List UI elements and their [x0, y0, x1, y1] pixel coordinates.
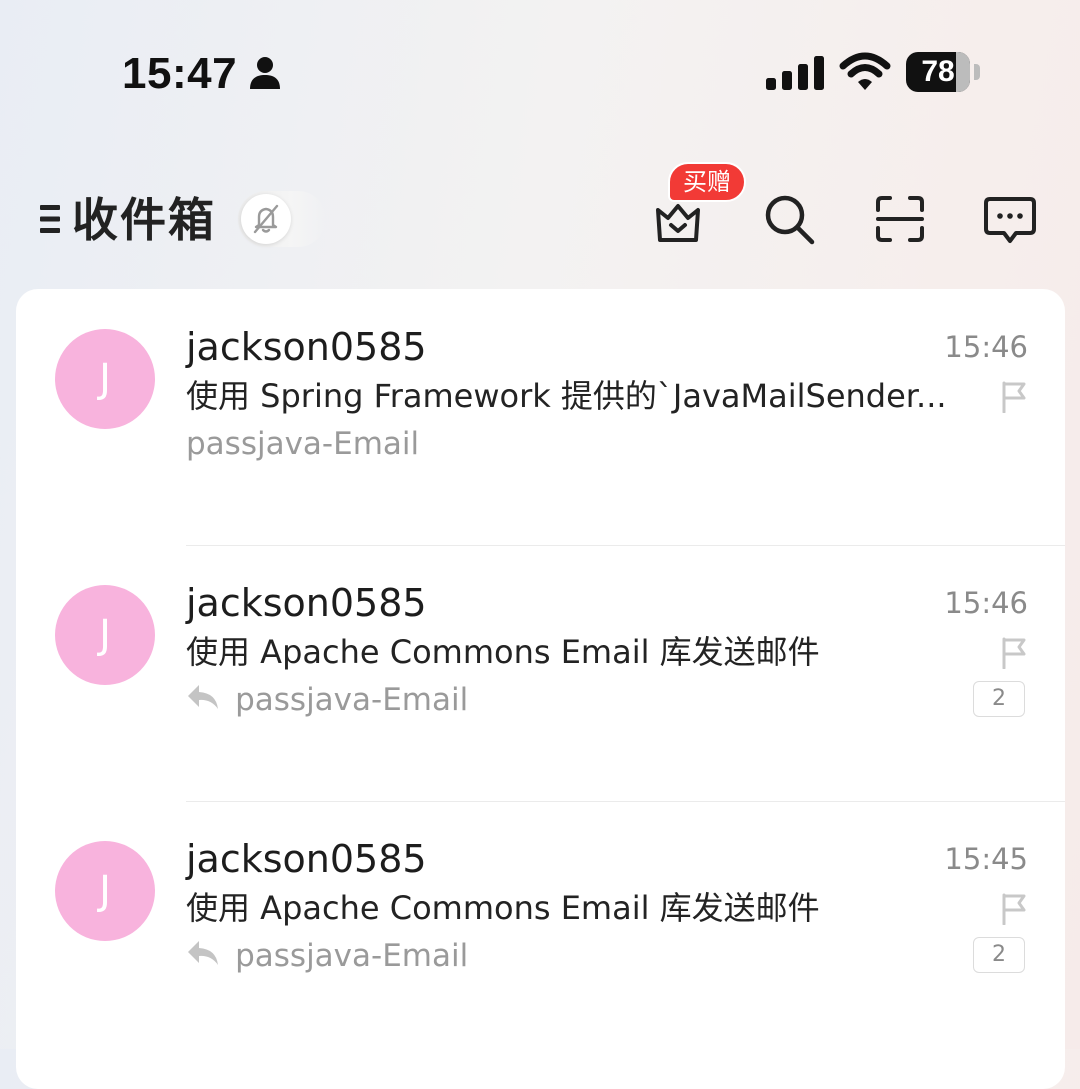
flag-icon[interactable] [1001, 893, 1027, 925]
mail-time: 15:45 [944, 842, 1028, 876]
thread-count-badge: 2 [973, 681, 1025, 717]
divider [186, 545, 1065, 546]
wifi-icon [839, 52, 891, 90]
cellular-signal-icon [766, 56, 824, 90]
mail-preview-row: passjava-Email [186, 677, 468, 723]
bell-off-icon [253, 204, 279, 234]
avatar: J [55, 329, 155, 429]
search-icon[interactable] [762, 192, 816, 246]
battery-icon: 78 [906, 52, 970, 92]
mail-item[interactable]: J jackson0585 15:45 使用 Apache Commons Em… [16, 801, 1065, 1057]
replied-icon [188, 685, 218, 709]
status-time: 15:47 [122, 49, 238, 98]
divider [186, 801, 1065, 802]
mail-preview: passjava-Email [235, 938, 469, 974]
thread-count-badge: 2 [973, 937, 1025, 973]
battery-level: 78 [921, 55, 955, 88]
mail-sender: jackson0585 [186, 837, 427, 881]
mail-item[interactable]: J jackson0585 15:46 使用 Apache Commons Em… [16, 545, 1065, 801]
battery-cap [974, 64, 980, 80]
page-title[interactable]: 收件箱 [72, 190, 216, 250]
replied-icon [188, 941, 218, 965]
toggle-knob [241, 194, 291, 244]
mail-sender: jackson0585 [186, 325, 427, 369]
mail-preview-row: passjava-Email [186, 421, 419, 467]
flag-icon[interactable] [1001, 381, 1027, 413]
mail-list: J jackson0585 15:46 使用 Spring Framework … [16, 289, 1065, 1089]
notification-mute-toggle[interactable] [238, 191, 326, 247]
mail-subject: 使用 Apache Commons Email 库发送邮件 [186, 889, 820, 927]
menu-icon[interactable] [40, 204, 60, 234]
mail-subject: 使用 Spring Framework 提供的`JavaMailSender..… [186, 377, 947, 415]
mail-preview-row: passjava-Email [186, 933, 468, 979]
flag-icon[interactable] [1001, 637, 1027, 669]
mail-preview: passjava-Email [186, 426, 420, 462]
avatar: J [55, 841, 155, 941]
avatar: J [55, 585, 155, 685]
mail-sender: jackson0585 [186, 581, 427, 625]
chat-icon[interactable] [984, 196, 1036, 244]
scan-icon[interactable] [876, 196, 924, 242]
mail-item[interactable]: J jackson0585 15:46 使用 Spring Framework … [16, 289, 1065, 545]
mail-time: 15:46 [944, 330, 1028, 364]
mail-time: 15:46 [944, 586, 1028, 620]
person-icon [250, 57, 280, 89]
mail-subject: 使用 Apache Commons Email 库发送邮件 [186, 633, 820, 671]
mail-preview: passjava-Email [235, 682, 469, 718]
promo-badge[interactable]: 买赠 [668, 162, 746, 202]
